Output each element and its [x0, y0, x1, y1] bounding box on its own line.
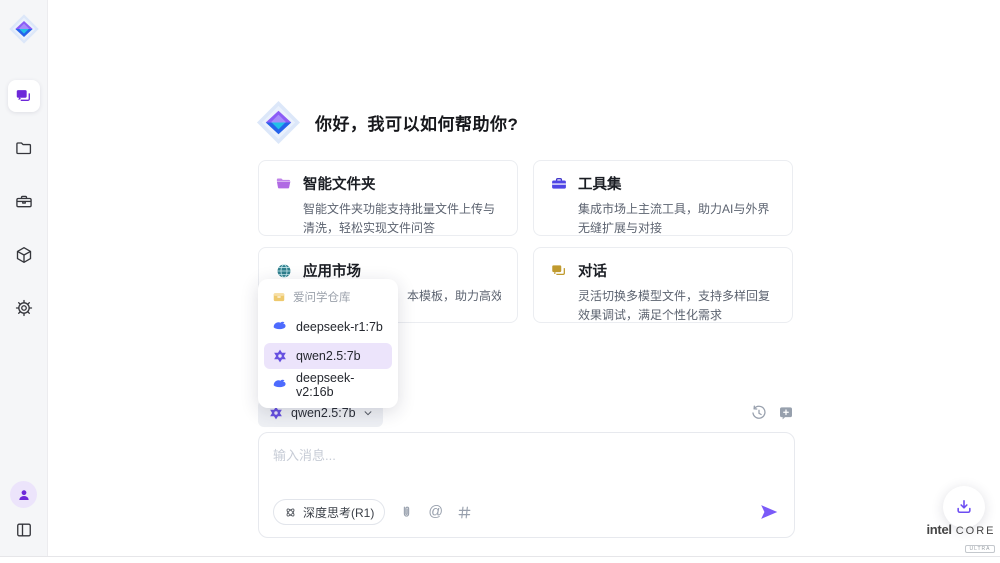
sidebar-item-toolbox[interactable]	[8, 186, 40, 218]
app-window: 你好，我可以如何帮助你? 智能文件夹 智能文件夹功能支持批量文件上传与清洗，轻松…	[0, 0, 1000, 563]
selected-model-label: qwen2.5:7b	[291, 406, 356, 420]
card-title: 应用市场	[303, 260, 361, 281]
model-option-label: deepseek-v2:16b	[296, 371, 384, 399]
sidebar-item-chat[interactable]	[8, 80, 40, 112]
app-logo-icon	[8, 10, 40, 48]
sidebar-item-settings[interactable]	[8, 292, 40, 324]
panel-layout-icon	[14, 520, 34, 540]
gold-chat-icon	[550, 262, 568, 280]
indigo-briefcase-icon	[550, 175, 568, 193]
model-option-deepseek-r1[interactable]: deepseek-r1:7b	[264, 314, 392, 340]
card-title: 智能文件夹	[303, 173, 376, 194]
sidebar-bottom	[10, 481, 37, 543]
qwen-icon	[272, 348, 288, 364]
model-option-label: qwen2.5:7b	[296, 349, 361, 363]
paperclip-icon[interactable]	[398, 504, 415, 521]
chat-icon	[14, 87, 33, 106]
model-option-deepseek-v2[interactable]: deepseek-v2:16b	[264, 372, 392, 398]
model-dropdown: 爱问学仓库 deepseek-r1:7b qwen2.5:7b deepseek…	[258, 279, 398, 408]
sidebar-item-models[interactable]	[8, 239, 40, 271]
gear-icon	[14, 298, 34, 318]
chat-actions	[750, 404, 795, 422]
card-dialogue[interactable]: 对话 灵活切换多模型文件，支持多样回复效果调试，满足个性化需求	[533, 247, 793, 323]
assistant-logo-icon	[255, 99, 302, 146]
history-icon[interactable]	[750, 404, 768, 422]
greeting-title: 你好，我可以如何帮助你?	[315, 110, 518, 135]
sidebar-nav	[8, 80, 40, 324]
composer-toolbar: 深度思考(R1) @	[273, 499, 780, 525]
download-icon	[954, 497, 974, 517]
collapse-panel-button[interactable]	[11, 517, 37, 543]
model-option-qwen[interactable]: qwen2.5:7b	[264, 343, 392, 369]
person-icon	[16, 487, 32, 503]
model-option-label: deepseek-r1:7b	[296, 320, 383, 334]
sidebar	[0, 0, 48, 557]
greeting: 你好，我可以如何帮助你?	[255, 99, 518, 146]
cube-icon	[14, 245, 34, 265]
message-input[interactable]	[273, 445, 780, 489]
card-smart-folder[interactable]: 智能文件夹 智能文件夹功能支持批量文件上传与清洗，轻松实现文件问答	[258, 160, 518, 236]
ultra-badge: ultra	[965, 545, 994, 553]
folder-icon	[14, 139, 34, 159]
card-title: 对话	[578, 260, 607, 281]
deep-think-label: 深度思考(R1)	[303, 504, 374, 521]
card-description: 智能文件夹功能支持批量文件上传与清洗，轻松实现文件问答	[303, 200, 501, 237]
hash-icon[interactable]	[456, 504, 473, 521]
window-bottom-divider	[0, 556, 1000, 557]
globe-grid-icon	[275, 262, 293, 280]
card-toolset[interactable]: 工具集 集成市场上主流工具，助力AI与外界无缝扩展与对接	[533, 160, 793, 236]
briefcase-icon	[14, 192, 34, 212]
card-description: 集成市场上主流工具，助力AI与外界无缝扩展与对接	[578, 200, 776, 237]
sidebar-item-folders[interactable]	[8, 133, 40, 165]
message-composer: 深度思考(R1) @	[258, 432, 795, 538]
deepseek-whale-icon	[272, 319, 288, 335]
mention-icon[interactable]: @	[428, 505, 443, 520]
new-chat-icon[interactable]	[777, 404, 795, 422]
core-wordmark: core	[956, 525, 996, 537]
repository-label: 爱问学仓库	[293, 289, 351, 305]
chevron-down-icon	[363, 408, 373, 418]
card-description: 灵活切换多模型文件，支持多样回复效果调试，满足个性化需求	[578, 287, 776, 324]
purple-folder-icon	[275, 175, 293, 193]
deepseek-whale-icon	[272, 377, 288, 393]
send-icon[interactable]	[758, 501, 780, 523]
intel-core-logo: intel core ultra	[925, 522, 997, 555]
card-title: 工具集	[578, 173, 622, 194]
atom-icon	[284, 506, 297, 519]
model-dropdown-header: 爱问学仓库	[264, 287, 392, 311]
repository-icon	[272, 290, 286, 304]
user-avatar[interactable]	[10, 481, 37, 508]
intel-wordmark: intel	[926, 522, 951, 537]
deep-think-toggle[interactable]: 深度思考(R1)	[273, 499, 385, 525]
